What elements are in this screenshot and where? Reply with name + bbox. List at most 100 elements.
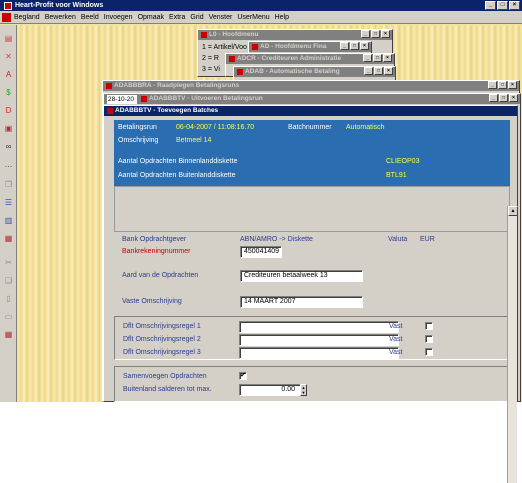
empty-panel	[114, 186, 510, 232]
dflt1-label: Dflt Omschrijvingsregel 1	[123, 323, 201, 330]
samenvoegen-checkbox[interactable]: ✔	[239, 372, 247, 380]
aard-opdrachten-input[interactable]: Crediteuren betaalweek 13	[240, 270, 363, 282]
vast3-label: Vast	[389, 349, 403, 356]
buitenland-value: BTL91	[386, 172, 407, 179]
app-title: Heart-Profit voor Windows	[15, 2, 104, 9]
dflt2-label: Dflt Omschrijvingsregel 2	[123, 336, 201, 343]
omschrijving-label: Omschrijving	[118, 137, 159, 144]
bank-opdrachtgever-value: ABN/AMRO -> Diskette	[240, 236, 313, 243]
dollar-icon[interactable]: $	[3, 87, 14, 98]
hoofdmenu-title-bar: L0 - Hoofdmenu _ □ ×	[198, 30, 392, 40]
menu-invoegen[interactable]: Invoegen	[104, 14, 133, 21]
ad-title-bar: AD - Hoofdmenu Fina _ □ ×	[249, 42, 371, 52]
samenvoegen-section: Samenvoegen Opdrachten ✔ Buitenland sald…	[114, 366, 510, 402]
list-icon[interactable]: ☰	[3, 197, 14, 208]
minimize-button[interactable]: _	[489, 94, 498, 102]
close-button[interactable]: ×	[509, 1, 520, 10]
betalingsrun-label: Betalingsrun	[118, 124, 157, 131]
window-icon	[237, 69, 243, 75]
table-icon[interactable]: ▥	[3, 215, 14, 226]
adcr-title-bar: ADCR - Crediteuren Administratie _ □ ×	[226, 54, 394, 64]
d-letter-icon[interactable]: D	[3, 105, 14, 116]
maximize-button[interactable]: □	[373, 54, 382, 62]
bank-opdrachtgever-label: Bank Opdrachtgever	[122, 236, 187, 243]
close-button[interactable]: ×	[360, 42, 369, 50]
menu-begland[interactable]: Begland	[14, 14, 40, 21]
dflt2-input[interactable]	[239, 334, 399, 346]
samenvoegen-label: Samenvoegen Opdrachten	[123, 373, 207, 380]
maximize-button[interactable]: □	[350, 42, 359, 50]
window-icon	[252, 44, 258, 50]
betalingsrun-value: 06-04-2007 / 11:08:16.70	[176, 124, 255, 131]
doc-icon[interactable]: ▯	[3, 293, 14, 304]
omschrijving-value: Betmeel 14	[176, 137, 212, 144]
aard-opdrachten-label: Aard van de Opdrachten	[122, 272, 199, 279]
minimize-button[interactable]: _	[488, 81, 497, 89]
close-button[interactable]: ×	[509, 94, 518, 102]
menu-bar: Begland Bewerken Beeld Invoegen Opmaak E…	[0, 11, 522, 24]
close-button[interactable]: ×	[381, 30, 390, 38]
vast1-checkbox[interactable]	[425, 322, 433, 330]
adabbbra-title: ADABBBRA - Raadplegen Betalingsruns	[114, 82, 240, 89]
minimize-button[interactable]: _	[340, 42, 349, 50]
menu-help[interactable]: Help	[275, 14, 289, 21]
minimize-button[interactable]: _	[364, 67, 373, 75]
minimize-button[interactable]: _	[485, 1, 496, 10]
dflt1-input[interactable]	[239, 321, 399, 333]
close-button[interactable]: ×	[384, 67, 393, 75]
maximize-button[interactable]: □	[497, 1, 508, 10]
dots-icon[interactable]: …	[3, 159, 14, 170]
vast2-label: Vast	[389, 336, 403, 343]
vast1-label: Vast	[389, 323, 403, 330]
minimize-button[interactable]: _	[361, 30, 370, 38]
close-button[interactable]: ×	[383, 54, 392, 62]
binoculars-icon[interactable]: ∞	[3, 141, 14, 152]
cross-icon[interactable]: ✕	[3, 51, 14, 62]
adabbbtv-uitvoeren-title-bar: 28-10-20 ADABBBTV - Uitvoeren Betalingsr…	[104, 94, 520, 104]
minimize-button[interactable]: _	[363, 54, 372, 62]
maximize-button[interactable]: □	[499, 94, 508, 102]
menu-usermenu[interactable]: UserMenu	[237, 14, 269, 21]
window-icon	[201, 32, 207, 38]
menu-bewerken[interactable]: Bewerken	[45, 14, 76, 21]
page-icon[interactable]: ▭	[3, 311, 14, 322]
dflt3-label: Dflt Omschrijvingsregel 3	[123, 349, 201, 356]
application-window: Heart-Profit voor Windows _ □ × Begland …	[0, 0, 522, 483]
vast2-checkbox[interactable]	[425, 335, 433, 343]
close-button[interactable]: ×	[508, 81, 517, 89]
menu-beeld[interactable]: Beeld	[81, 14, 99, 21]
adabbbra-date-field[interactable]: 28-10-20	[107, 94, 137, 104]
document-menu-icon[interactable]	[2, 12, 11, 22]
scroll-up-arrow-icon[interactable]: ▲	[508, 206, 518, 216]
scissors-icon[interactable]: ✂	[3, 257, 14, 268]
dflt3-input[interactable]	[239, 347, 399, 359]
vast3-checkbox[interactable]	[425, 348, 433, 356]
printer-icon[interactable]: ▣	[3, 123, 14, 134]
binnenland-value: CLIEOP03	[386, 158, 420, 165]
menu-extra[interactable]: Extra	[169, 14, 185, 21]
maximize-button[interactable]: □	[498, 81, 507, 89]
buitenland-salderen-label: Buitenland salderen tot max.	[123, 386, 212, 393]
copy-icon[interactable]: ❐	[3, 179, 14, 190]
vertical-scrollbar[interactable]: ▲	[507, 206, 518, 483]
window-toevoegen-batches[interactable]: ADABBBTV - Toevoegen Batches Betalingsru…	[103, 105, 518, 483]
hoofdmenu-title: L0 - Hoofdmenu	[209, 31, 259, 38]
menu-venster[interactable]: Venster	[209, 14, 233, 21]
form-icon[interactable]: ▤	[3, 33, 14, 44]
a-letter-icon[interactable]: A	[3, 69, 14, 80]
buitenland-salderen-input[interactable]: 0.00	[239, 384, 301, 396]
header-panel: Betalingsrun 06-04-2007 / 11:08:16.70 Ba…	[114, 120, 510, 186]
window-icon	[229, 56, 235, 62]
paste-icon[interactable]: ❏	[3, 275, 14, 286]
menu-opmaak[interactable]: Opmaak	[138, 14, 164, 21]
dflt-omschrijving-section: Dflt Omschrijvingsregel 1 Vast Dflt Omsc…	[114, 316, 510, 360]
adabbbra-title-bar: ADABBBRA - Raadplegen Betalingsruns _ □ …	[103, 81, 519, 91]
bankrekeningnummer-input[interactable]: 450041409	[240, 246, 282, 258]
maximize-button[interactable]: □	[371, 30, 380, 38]
grid-icon[interactable]: ▦	[3, 233, 14, 244]
grid2-icon[interactable]: ▦	[3, 329, 14, 340]
menu-grid[interactable]: Grid	[190, 14, 203, 21]
vaste-omschrijving-input[interactable]: 14 MAART 2007	[240, 296, 363, 308]
spin-up-down-icon[interactable]: ▲ ▼	[300, 384, 307, 396]
maximize-button[interactable]: □	[374, 67, 383, 75]
